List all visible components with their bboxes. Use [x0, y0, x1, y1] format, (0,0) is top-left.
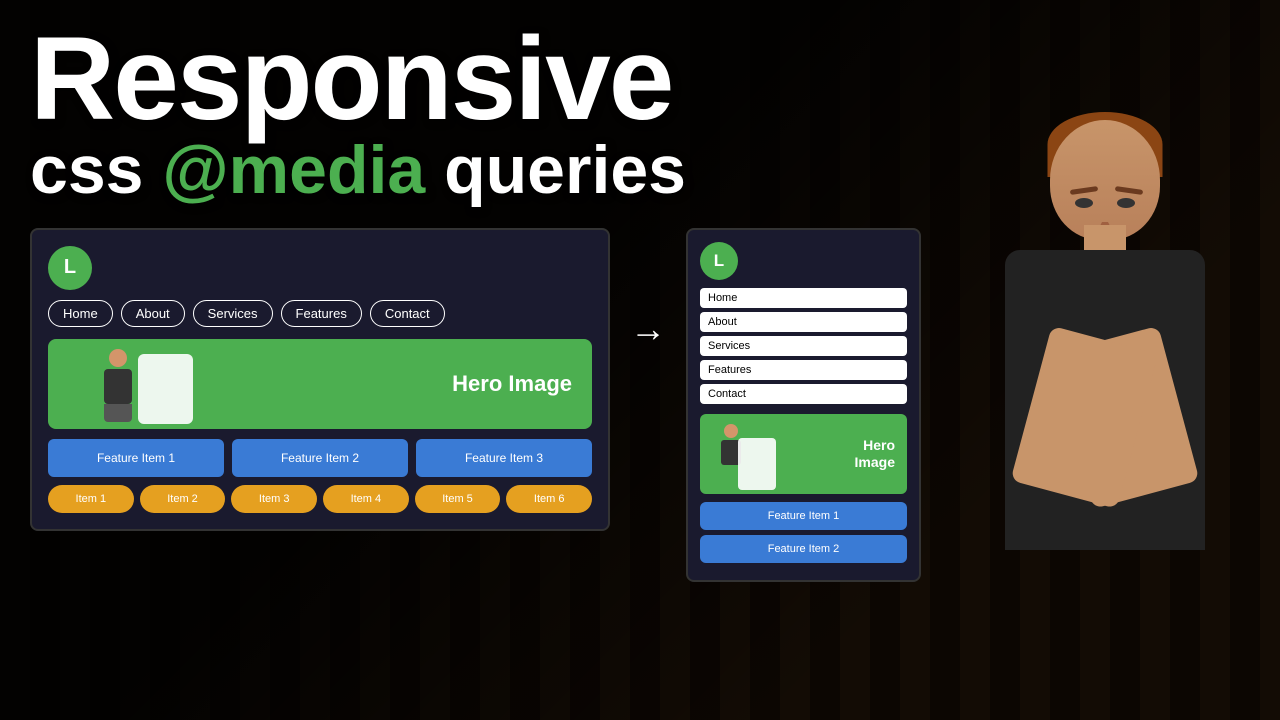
- subtitle-suffix: queries: [425, 132, 686, 208]
- desktop-mock-hero: Hero Image: [48, 339, 592, 429]
- desktop-mock-logo: L: [48, 246, 92, 290]
- hero-figure-head: [109, 349, 127, 367]
- main-title: Responsive: [30, 20, 1250, 138]
- desktop-item-3: Item 3: [231, 485, 317, 513]
- mobile-feature-item-1: Feature Item 1: [700, 502, 907, 530]
- desktop-nav-contact[interactable]: Contact: [370, 300, 445, 327]
- mobile-mock-nav: Home About Services Features Contact: [700, 288, 907, 404]
- subtitle: css @media queries: [30, 133, 1250, 208]
- mobile-hero-text: Hero Image: [855, 437, 895, 471]
- title-section: Responsive css @media queries: [30, 20, 1250, 218]
- desktop-hero-text: Hero Image: [452, 371, 572, 397]
- mobile-hero-figure-head: [724, 424, 738, 438]
- desktop-mock-panel: L Home About Services Features Contact H…: [30, 228, 610, 531]
- desktop-feature-items: Feature Item 1 Feature Item 2 Feature It…: [48, 439, 592, 477]
- desktop-nav-features[interactable]: Features: [281, 300, 362, 327]
- desktop-nav-home[interactable]: Home: [48, 300, 113, 327]
- desktop-items-row: Item 1 Item 2 Item 3 Item 4 Item 5 Item …: [48, 485, 592, 513]
- desktop-item-5: Item 5: [415, 485, 501, 513]
- mobile-hero-line2: Image: [855, 454, 895, 470]
- main-content: Responsive css @media queries L Home Abo…: [0, 0, 1280, 720]
- hero-decorative-box: [138, 354, 193, 424]
- mobile-nav-services[interactable]: Services: [700, 336, 907, 356]
- desktop-feature-item-3: Feature Item 3: [416, 439, 592, 477]
- mobile-nav-features[interactable]: Features: [700, 360, 907, 380]
- desktop-item-6: Item 6: [506, 485, 592, 513]
- mobile-nav-home[interactable]: Home: [700, 288, 907, 308]
- subtitle-highlight: @media: [162, 132, 425, 208]
- desktop-feature-item-2: Feature Item 2: [232, 439, 408, 477]
- mobile-mock-hero: Hero Image: [700, 414, 907, 494]
- mobile-nav-contact[interactable]: Contact: [700, 384, 907, 404]
- desktop-item-4: Item 4: [323, 485, 409, 513]
- panels-section: L Home About Services Features Contact H…: [30, 228, 1250, 582]
- mobile-hero-box: [738, 438, 776, 490]
- mobile-mock-panel: L Home About Services Features Contact H…: [686, 228, 921, 582]
- subtitle-prefix: css: [30, 132, 162, 208]
- desktop-feature-item-1: Feature Item 1: [48, 439, 224, 477]
- mobile-hero-line1: Hero: [863, 437, 895, 453]
- desktop-item-2: Item 2: [140, 485, 226, 513]
- desktop-nav-about[interactable]: About: [121, 300, 185, 327]
- desktop-item-1: Item 1: [48, 485, 134, 513]
- hero-figure-legs: [104, 404, 132, 422]
- mobile-nav-about[interactable]: About: [700, 312, 907, 332]
- arrow-container: →: [630, 228, 666, 350]
- mobile-mock-logo: L: [700, 242, 738, 280]
- desktop-nav-services[interactable]: Services: [193, 300, 273, 327]
- hero-figure-body: [104, 369, 132, 404]
- desktop-mock-nav: Home About Services Features Contact: [48, 300, 592, 327]
- mobile-feature-item-2: Feature Item 2: [700, 535, 907, 563]
- direction-arrow: →: [630, 308, 666, 350]
